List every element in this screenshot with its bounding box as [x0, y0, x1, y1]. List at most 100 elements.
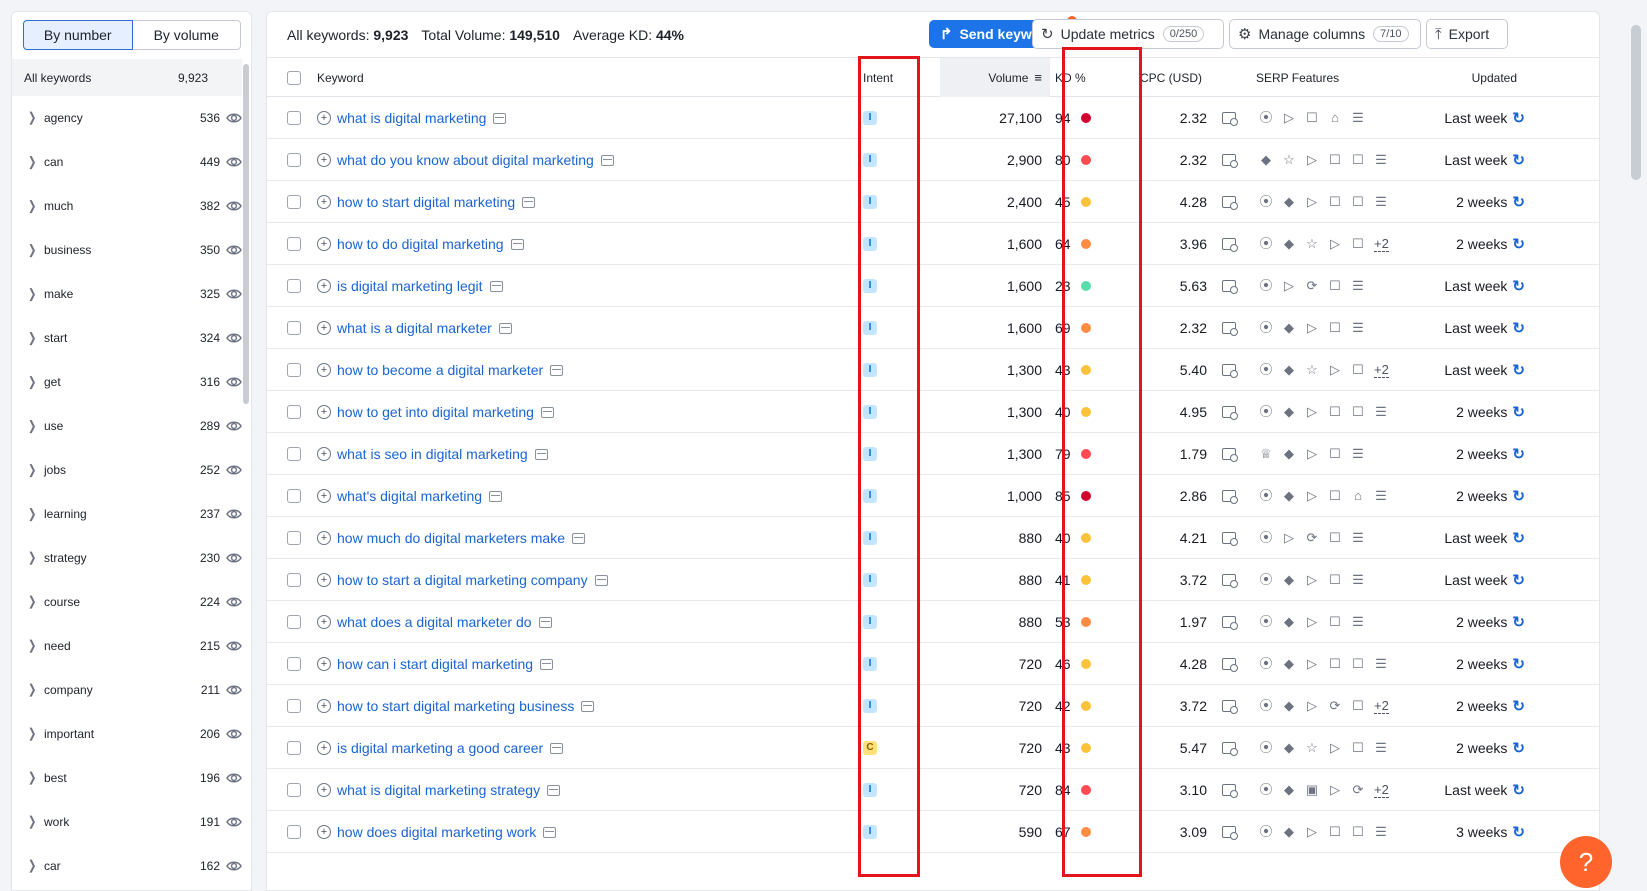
row-checkbox[interactable]	[287, 657, 301, 671]
serp-snapshot-icon[interactable]	[1222, 448, 1238, 462]
refresh-icon[interactable]: ↻	[1512, 277, 1525, 295]
keyword-link[interactable]: is digital marketing a good career	[337, 740, 543, 756]
serp-preview-icon[interactable]	[489, 490, 503, 502]
row-checkbox[interactable]	[287, 573, 301, 587]
add-to-list-icon[interactable]: +	[317, 321, 331, 335]
keyword-link[interactable]: is digital marketing legit	[337, 278, 483, 294]
row-checkbox[interactable]	[287, 741, 301, 755]
row-checkbox[interactable]	[287, 321, 301, 335]
keyword-link[interactable]: what does a digital marketer do	[337, 614, 532, 630]
serp-preview-icon[interactable]	[540, 658, 554, 670]
add-to-list-icon[interactable]: +	[317, 657, 331, 671]
serp-preview-icon[interactable]	[489, 280, 503, 292]
refresh-icon[interactable]: ↻	[1512, 823, 1525, 841]
kd-column-header[interactable]: KD %	[1055, 58, 1086, 97]
serp-preview-icon[interactable]	[498, 322, 512, 334]
serp-preview-icon[interactable]	[547, 784, 561, 796]
serp-more-link[interactable]: +2	[1374, 698, 1389, 714]
row-checkbox[interactable]	[287, 489, 301, 503]
keyword-link[interactable]: what's digital marketing	[337, 488, 482, 504]
add-to-list-icon[interactable]: +	[317, 195, 331, 209]
keyword-link[interactable]: how to become a digital marketer	[337, 362, 543, 378]
refresh-icon[interactable]: ↻	[1512, 319, 1525, 337]
help-button[interactable]: ?	[1560, 836, 1612, 888]
serp-preview-icon[interactable]	[543, 826, 557, 838]
eye-icon[interactable]	[226, 154, 242, 170]
add-to-list-icon[interactable]: +	[317, 783, 331, 797]
keyword-link[interactable]: how to get into digital marketing	[337, 404, 534, 420]
serp-snapshot-icon[interactable]	[1222, 532, 1238, 546]
updated-column-header[interactable]: Updated	[1447, 58, 1517, 97]
keyword-link[interactable]: how much do digital marketers make	[337, 530, 565, 546]
group-item-car[interactable]: ❯ car 162	[12, 844, 242, 888]
group-item-get[interactable]: ❯ get 316	[12, 360, 242, 404]
eye-icon[interactable]	[226, 330, 242, 346]
group-item-work[interactable]: ❯ work 191	[12, 800, 242, 844]
group-item-need[interactable]: ❯ need 215	[12, 624, 242, 668]
refresh-icon[interactable]: ↻	[1512, 361, 1525, 379]
refresh-icon[interactable]: ↻	[1512, 235, 1525, 253]
serp-snapshot-icon[interactable]	[1222, 406, 1238, 420]
sidebar-scrollbar[interactable]	[243, 64, 249, 404]
serp-preview-icon[interactable]	[538, 616, 552, 628]
volume-column-header[interactable]: Volume ≡	[950, 58, 1042, 97]
serp-snapshot-icon[interactable]	[1222, 574, 1238, 588]
group-item-strategy[interactable]: ❯ strategy 230	[12, 536, 242, 580]
serp-snapshot-icon[interactable]	[1222, 322, 1238, 336]
keyword-link[interactable]: what is a digital marketer	[337, 320, 492, 336]
add-to-list-icon[interactable]: +	[317, 615, 331, 629]
keyword-link[interactable]: how to do digital marketing	[337, 236, 504, 252]
refresh-icon[interactable]: ↻	[1512, 613, 1525, 631]
serp-snapshot-icon[interactable]	[1222, 364, 1238, 378]
row-checkbox[interactable]	[287, 615, 301, 629]
serp-snapshot-icon[interactable]	[1222, 742, 1238, 756]
refresh-icon[interactable]: ↻	[1512, 193, 1525, 211]
serp-snapshot-icon[interactable]	[1222, 700, 1238, 714]
group-item-agency[interactable]: ❯ agency 536	[12, 96, 242, 140]
keyword-link[interactable]: what is digital marketing strategy	[337, 782, 540, 798]
by-volume-tab[interactable]: By volume	[132, 20, 241, 50]
add-to-list-icon[interactable]: +	[317, 531, 331, 545]
keyword-link[interactable]: how does digital marketing work	[337, 824, 536, 840]
eye-icon[interactable]	[226, 418, 242, 434]
eye-icon[interactable]	[226, 770, 242, 786]
refresh-icon[interactable]: ↻	[1512, 109, 1525, 127]
serp-preview-icon[interactable]	[493, 112, 507, 124]
row-checkbox[interactable]	[287, 447, 301, 461]
page-scrollbar[interactable]	[1631, 25, 1641, 180]
keyword-link[interactable]: what do you know about digital marketing	[337, 152, 594, 168]
serp-preview-icon[interactable]	[540, 406, 554, 418]
eye-icon[interactable]	[226, 110, 242, 126]
serp-preview-icon[interactable]	[550, 364, 564, 376]
add-to-list-icon[interactable]: +	[317, 573, 331, 587]
group-item-important[interactable]: ❯ important 206	[12, 712, 242, 756]
refresh-icon[interactable]: ↻	[1512, 781, 1525, 799]
update-metrics-button[interactable]: ↻ Update metrics 0/250	[1032, 19, 1224, 49]
serp-features-column-header[interactable]: SERP Features	[1256, 58, 1339, 97]
row-checkbox[interactable]	[287, 111, 301, 125]
export-button[interactable]: ⤒ Export	[1426, 19, 1508, 49]
group-item-learning[interactable]: ❯ learning 237	[12, 492, 242, 536]
serp-snapshot-icon[interactable]	[1222, 826, 1238, 840]
eye-icon[interactable]	[226, 506, 242, 522]
add-to-list-icon[interactable]: +	[317, 489, 331, 503]
eye-icon[interactable]	[226, 726, 242, 742]
eye-icon[interactable]	[226, 814, 242, 830]
group-item-use[interactable]: ❯ use 289	[12, 404, 242, 448]
keyword-link[interactable]: how to start a digital marketing company	[337, 572, 588, 588]
row-checkbox[interactable]	[287, 405, 301, 419]
row-checkbox[interactable]	[287, 783, 301, 797]
serp-preview-icon[interactable]	[594, 574, 608, 586]
row-checkbox[interactable]	[287, 153, 301, 167]
serp-snapshot-icon[interactable]	[1222, 238, 1238, 252]
group-item-much[interactable]: ❯ much 382	[12, 184, 242, 228]
serp-snapshot-icon[interactable]	[1222, 112, 1238, 126]
serp-snapshot-icon[interactable]	[1222, 280, 1238, 294]
eye-icon[interactable]	[226, 682, 242, 698]
row-checkbox[interactable]	[287, 699, 301, 713]
refresh-icon[interactable]: ↻	[1512, 529, 1525, 547]
add-to-list-icon[interactable]: +	[317, 825, 331, 839]
refresh-icon[interactable]: ↻	[1512, 697, 1525, 715]
refresh-icon[interactable]: ↻	[1512, 571, 1525, 589]
refresh-icon[interactable]: ↻	[1512, 487, 1525, 505]
